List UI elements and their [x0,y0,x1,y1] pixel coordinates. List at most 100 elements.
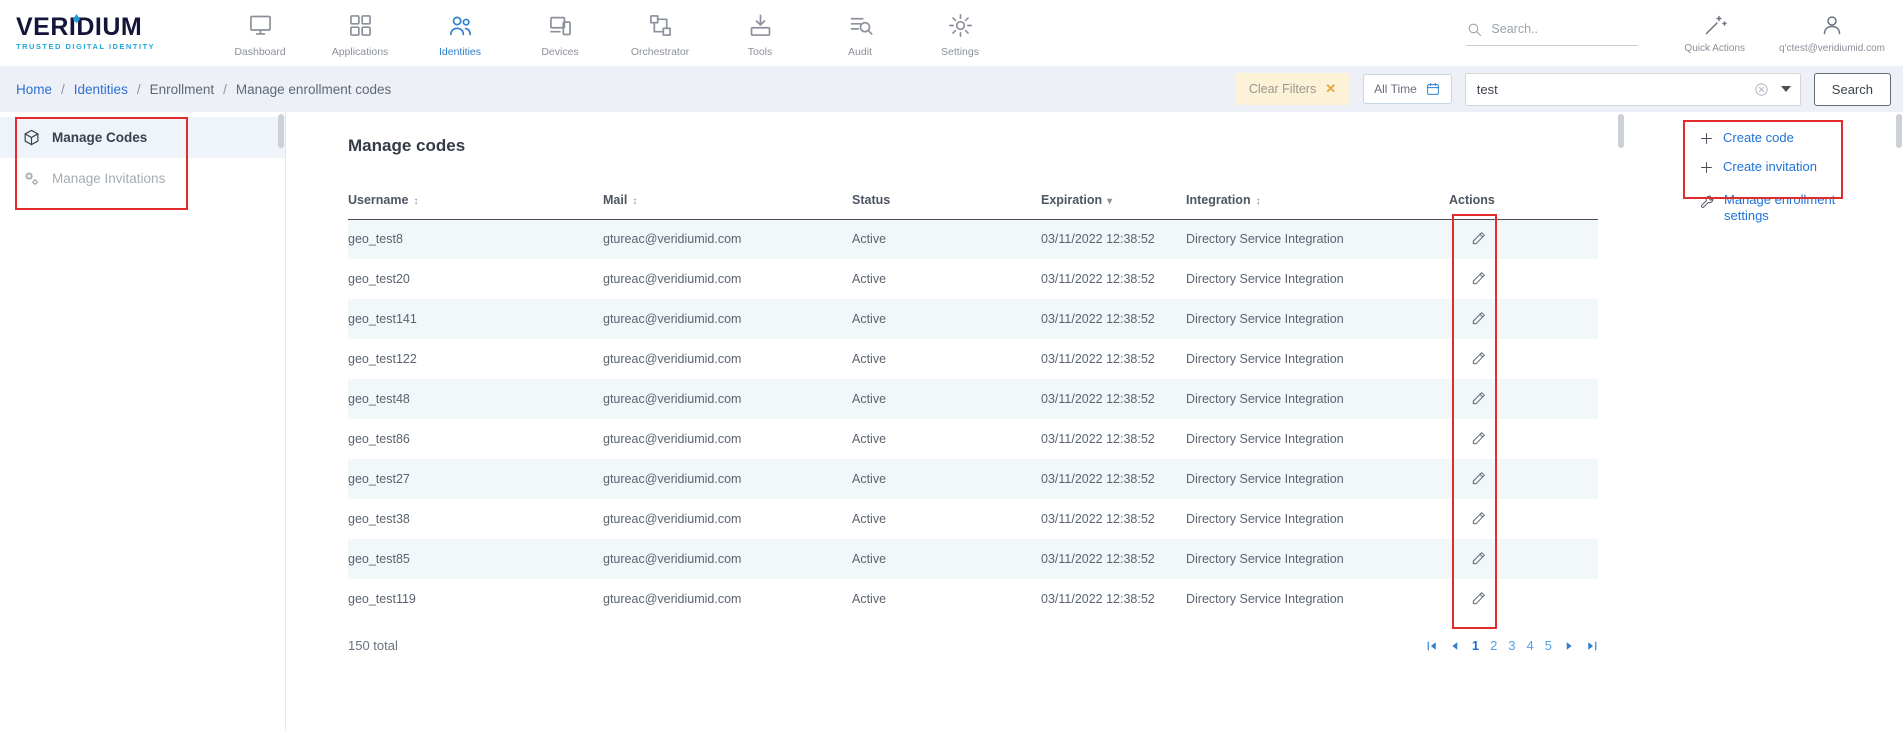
cell-expiration: 03/11/2022 12:38:52 [1041,579,1186,619]
right-panel: Create code Create invitation Manage enr… [1617,112,1903,730]
nav-dashboard[interactable]: Dashboard [210,8,310,58]
identities-icon [447,12,474,39]
time-filter-button[interactable]: All Time [1363,74,1452,104]
col-mail[interactable]: Mail [603,181,852,219]
panel-scrollbar[interactable] [1618,114,1624,148]
sidebar-item-manage-codes[interactable]: Manage Codes [0,117,285,158]
edit-pencil-icon[interactable] [1471,550,1487,566]
table-row[interactable]: geo_test20 gtureac@veridiumid.com Active… [348,259,1598,299]
table-row[interactable]: geo_test8 gtureac@veridiumid.com Active … [348,219,1598,259]
page-number-2[interactable]: 2 [1490,638,1497,653]
edit-pencil-icon[interactable] [1471,350,1487,366]
edit-pencil-icon[interactable] [1471,590,1487,606]
edit-pencil-icon[interactable] [1471,230,1487,246]
col-expiration[interactable]: Expiration [1041,181,1186,219]
page-number-3[interactable]: 3 [1508,638,1515,653]
cell-actions [1449,539,1598,579]
logo-tagline: TRUSTED DIGITAL IDENTITY [16,42,166,51]
calendar-icon [1425,81,1441,97]
clear-input-icon[interactable] [1753,81,1770,98]
manage-enrollment-settings-link[interactable]: Manage enrollment settings [1699,192,1849,225]
table-row[interactable]: geo_test85 gtureac@veridiumid.com Active… [348,539,1598,579]
page-scrollbar[interactable] [1896,114,1902,148]
cell-actions [1449,459,1598,499]
col-integration[interactable]: Integration [1186,181,1449,219]
sidebar-item-label: Manage Invitations [52,171,165,186]
nav-orchestrator[interactable]: Orchestrator [610,8,710,58]
next-page-icon[interactable] [1563,640,1575,652]
page-number-4[interactable]: 4 [1527,638,1534,653]
top-right-tools: Quick Actions q'ctest@veridiumid.com [1466,13,1889,54]
cell-integration: Directory Service Integration [1186,539,1449,579]
cell-status: Active [852,339,1041,379]
orchestrator-icon [647,12,674,39]
col-label: Mail [603,193,627,207]
nav-audit[interactable]: Audit [810,8,910,58]
create-invitation-link[interactable]: Create invitation [1699,159,1883,175]
wrench-icon [1699,194,1715,210]
clear-filters-button[interactable]: Clear Filters ✕ [1235,73,1350,105]
nav-devices[interactable]: Devices [510,8,610,58]
page-title: Manage codes [348,136,1617,156]
search-dropdown-caret-icon[interactable] [1781,86,1791,92]
global-search-input[interactable] [1491,22,1611,36]
nav-settings[interactable]: Settings [910,8,1010,58]
breadcrumb-bar: Home / Identities / Enrollment / Manage … [0,66,1903,112]
cell-mail: gtureac@veridiumid.com [603,499,852,539]
manage-settings-label: Manage enrollment settings [1724,192,1849,225]
table-row[interactable]: geo_test38 gtureac@veridiumid.com Active… [348,499,1598,539]
plus-icon [1699,131,1714,146]
col-status[interactable]: Status [852,181,1041,219]
page-number-1[interactable]: 1 [1472,638,1479,653]
prev-page-icon[interactable] [1449,640,1461,652]
nav-tools[interactable]: Tools [710,8,810,58]
user-account[interactable]: q'ctest@veridiumid.com [1779,13,1885,54]
edit-pencil-icon[interactable] [1471,310,1487,326]
table-row[interactable]: geo_test27 gtureac@veridiumid.com Active… [348,459,1598,499]
edit-pencil-icon[interactable] [1471,510,1487,526]
nav-identities[interactable]: Identities [410,8,510,58]
sort-desc-icon [1107,196,1112,207]
sidebar-item-manage-invitations[interactable]: Manage Invitations [0,158,285,199]
filter-search-box [1465,73,1801,106]
table-row[interactable]: geo_test141 gtureac@veridiumid.com Activ… [348,299,1598,339]
table-row[interactable]: geo_test122 gtureac@veridiumid.com Activ… [348,339,1598,379]
cell-expiration: 03/11/2022 12:38:52 [1041,499,1186,539]
applications-icon [347,12,374,39]
search-button[interactable]: Search [1814,73,1891,106]
main-content: Manage codes Username Mail Status Expira… [286,112,1617,730]
col-username[interactable]: Username [348,181,603,219]
first-page-icon[interactable] [1426,640,1438,652]
clear-filters-x-icon: ✕ [1325,81,1336,97]
col-label: Expiration [1041,193,1102,207]
col-label: Actions [1449,193,1495,207]
edit-pencil-icon[interactable] [1471,470,1487,486]
table-row[interactable]: geo_test86 gtureac@veridiumid.com Active… [348,419,1598,459]
cell-integration: Directory Service Integration [1186,379,1449,419]
cell-username: geo_test122 [348,339,603,379]
nav-label: Applications [332,46,389,58]
edit-pencil-icon[interactable] [1471,270,1487,286]
breadcrumb-identities[interactable]: Identities [74,82,128,97]
table-row[interactable]: geo_test119 gtureac@veridiumid.com Activ… [348,579,1598,619]
last-page-icon[interactable] [1586,640,1598,652]
magic-wand-icon [1703,13,1727,37]
edit-pencil-icon[interactable] [1471,430,1487,446]
cell-actions [1449,339,1598,379]
cell-mail: gtureac@veridiumid.com [603,339,852,379]
quick-actions[interactable]: Quick Actions [1684,13,1745,54]
breadcrumb-home[interactable]: Home [16,82,52,97]
create-code-link[interactable]: Create code [1699,130,1883,146]
user-email: q'ctest@veridiumid.com [1779,43,1885,54]
sidebar-scrollbar[interactable] [278,114,284,148]
edit-pencil-icon[interactable] [1471,390,1487,406]
page-number-5[interactable]: 5 [1545,638,1552,653]
table-row[interactable]: geo_test48 gtureac@veridiumid.com Active… [348,379,1598,419]
nav-applications[interactable]: Applications [310,8,410,58]
cell-expiration: 03/11/2022 12:38:52 [1041,259,1186,299]
cell-integration: Directory Service Integration [1186,339,1449,379]
filter-search-input[interactable] [1477,82,1753,97]
global-search[interactable] [1466,21,1638,46]
veridium-logo[interactable]: VERIDIUM TRUSTED DIGITAL IDENTITY [16,15,166,51]
codes-table: Username Mail Status Expiration Integrat… [348,181,1598,619]
